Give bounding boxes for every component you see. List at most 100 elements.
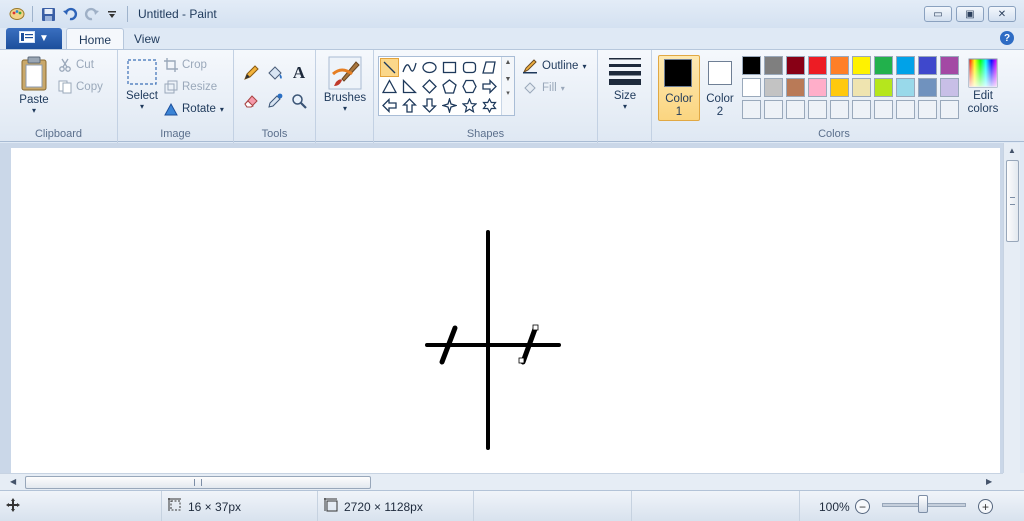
- magnifier-icon[interactable]: [288, 90, 310, 112]
- scroll-right-icon[interactable]: ▶: [986, 477, 992, 486]
- edit-colors-button[interactable]: Edit colors: [964, 58, 1002, 116]
- vertical-scrollbar[interactable]: ▲: [1003, 143, 1020, 473]
- scroll-up-icon[interactable]: ▲: [1008, 146, 1016, 155]
- size-label: Size: [613, 90, 637, 102]
- palette-color-swatch[interactable]: [786, 56, 805, 75]
- palette-custom-slot[interactable]: [742, 100, 761, 119]
- shape-pentagon[interactable]: [440, 77, 459, 96]
- resize-handle[interactable]: [518, 357, 525, 364]
- palette-color-swatch[interactable]: [742, 56, 761, 75]
- redo-icon[interactable]: [83, 5, 101, 23]
- palette-color-swatch[interactable]: [808, 78, 827, 97]
- palette-custom-slot[interactable]: [786, 100, 805, 119]
- select-button[interactable]: Select ▾: [122, 58, 162, 111]
- minimize-button[interactable]: ▭: [924, 6, 952, 22]
- selection-size: 16 × 37px: [162, 491, 318, 521]
- palette-color-swatch[interactable]: [896, 56, 915, 75]
- shape-rounded-rectangle[interactable]: [460, 58, 479, 77]
- palette-color-swatch[interactable]: [742, 78, 761, 97]
- drawing-canvas[interactable]: [11, 148, 1000, 473]
- crop-button[interactable]: Crop: [164, 58, 207, 72]
- rotate-button[interactable]: Rotate ▾: [164, 102, 224, 116]
- palette-custom-slot[interactable]: [918, 100, 937, 119]
- zoom-out-button[interactable]: −: [855, 499, 870, 514]
- palette-color-swatch[interactable]: [764, 56, 783, 75]
- app-menu-icon: [19, 31, 36, 46]
- shape-up-arrow[interactable]: [400, 96, 419, 115]
- palette-color-swatch[interactable]: [808, 56, 827, 75]
- palette-custom-slot[interactable]: [764, 100, 783, 119]
- restore-button[interactable]: ▣: [956, 6, 984, 22]
- fill-button[interactable]: Fill ▾: [522, 80, 565, 96]
- palette-color-swatch[interactable]: [786, 78, 805, 97]
- palette-color-swatch[interactable]: [918, 78, 937, 97]
- shape-right-triangle[interactable]: [400, 77, 419, 96]
- palette-color-swatch[interactable]: [830, 56, 849, 75]
- shape-left-arrow[interactable]: [380, 96, 399, 115]
- vertical-scroll-thumb[interactable]: [1006, 160, 1019, 242]
- palette-color-swatch[interactable]: [852, 56, 871, 75]
- save-icon[interactable]: [39, 5, 57, 23]
- shape-curve[interactable]: [400, 58, 419, 77]
- cut-button[interactable]: Cut: [58, 58, 94, 72]
- shape-right-arrow[interactable]: [480, 77, 499, 96]
- shape-four-point-star[interactable]: [440, 96, 459, 115]
- app-menu-button[interactable]: ▼: [6, 28, 62, 49]
- outline-button[interactable]: Outline ▾: [522, 58, 586, 74]
- palette-custom-slot[interactable]: [940, 100, 959, 119]
- resize-button[interactable]: Resize: [164, 80, 217, 94]
- color-wheel-icon: [968, 58, 998, 88]
- shape-polygon[interactable]: [480, 58, 499, 77]
- palette-color-swatch[interactable]: [852, 78, 871, 97]
- horizontal-scroll-thumb[interactable]: [25, 476, 371, 489]
- color1-label: Color 1: [665, 93, 693, 118]
- fill-icon[interactable]: [264, 62, 286, 84]
- shape-triangle[interactable]: [380, 77, 399, 96]
- horizontal-scrollbar[interactable]: ◀ ▶: [0, 473, 1003, 490]
- palette-color-swatch[interactable]: [874, 56, 893, 75]
- palette-color-swatch[interactable]: [764, 78, 783, 97]
- shapes-scroll[interactable]: ▲ ▼ ▾: [501, 57, 514, 115]
- shape-down-arrow[interactable]: [420, 96, 439, 115]
- palette-custom-slot[interactable]: [874, 100, 893, 119]
- minus-icon: −: [858, 499, 866, 514]
- palette-color-swatch[interactable]: [874, 78, 893, 97]
- palette-color-swatch[interactable]: [940, 56, 959, 75]
- shape-diamond[interactable]: [420, 77, 439, 96]
- color-picker-icon[interactable]: [264, 90, 286, 112]
- paste-button[interactable]: Paste ▾: [14, 56, 54, 115]
- shape-five-point-star[interactable]: [460, 96, 479, 115]
- palette-custom-slot[interactable]: [808, 100, 827, 119]
- paint-app-icon[interactable]: [8, 5, 26, 23]
- chevron-down-icon: ▾: [622, 102, 627, 111]
- zoom-slider-thumb[interactable]: [918, 495, 928, 513]
- size-button[interactable]: Size ▾: [606, 56, 644, 111]
- copy-button[interactable]: Copy: [58, 80, 103, 94]
- brushes-button[interactable]: Brushes ▾: [322, 56, 368, 113]
- pencil-icon[interactable]: [240, 62, 262, 84]
- tab-home[interactable]: Home: [66, 28, 125, 50]
- scroll-left-icon[interactable]: ◀: [10, 477, 16, 486]
- undo-icon[interactable]: [61, 5, 79, 23]
- palette-color-swatch[interactable]: [918, 56, 937, 75]
- tab-view[interactable]: View: [122, 28, 172, 50]
- palette-custom-slot[interactable]: [830, 100, 849, 119]
- chevron-down-icon: ▼: [504, 76, 512, 83]
- resize-handle[interactable]: [532, 324, 539, 331]
- shape-hexagon[interactable]: [460, 77, 479, 96]
- palette-color-swatch[interactable]: [896, 78, 915, 97]
- eraser-icon[interactable]: [240, 90, 262, 112]
- shape-line[interactable]: [380, 58, 399, 77]
- close-button[interactable]: ✕: [988, 6, 1016, 22]
- shape-rectangle[interactable]: [440, 58, 459, 77]
- shape-six-point-star[interactable]: [480, 96, 499, 115]
- palette-color-swatch[interactable]: [940, 78, 959, 97]
- text-icon[interactable]: A: [288, 62, 310, 84]
- palette-custom-slot[interactable]: [852, 100, 871, 119]
- customize-dropdown-icon[interactable]: [103, 5, 121, 23]
- shape-oval[interactable]: [420, 58, 439, 77]
- palette-custom-slot[interactable]: [896, 100, 915, 119]
- palette-color-swatch[interactable]: [830, 78, 849, 97]
- help-icon[interactable]: ?: [1000, 31, 1014, 45]
- zoom-in-button[interactable]: +: [978, 499, 993, 514]
